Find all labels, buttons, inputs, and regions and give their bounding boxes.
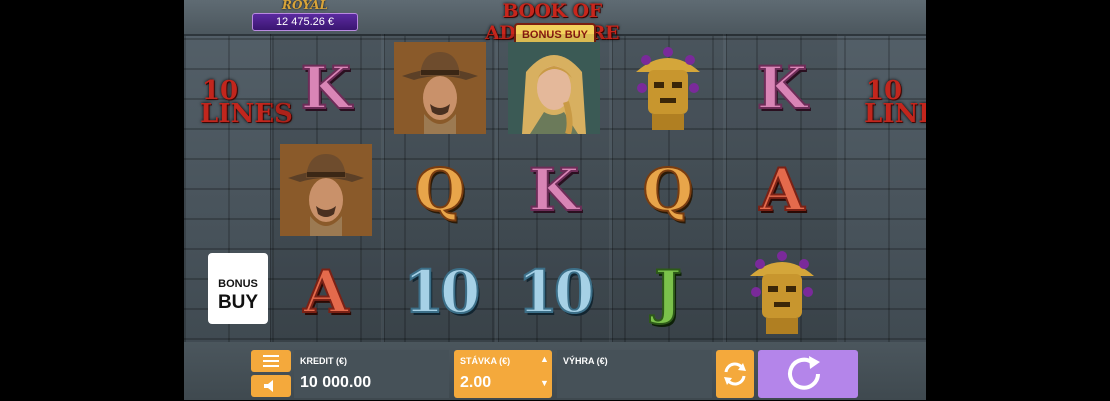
autoplay-button[interactable] (716, 350, 754, 398)
symbol-10: 10 (499, 242, 609, 342)
bonus-buy-line2: BUY (217, 291, 259, 313)
symbol-a: A (727, 140, 837, 240)
reel-grid: K A Q 10 K 10 Q J K A (270, 34, 840, 342)
symbol-letter: A (758, 156, 805, 224)
symbol-letter: J (653, 258, 682, 326)
credit-display: KREDIT (€) 10 000.00 (294, 350, 449, 398)
symbol-letter: K (300, 54, 352, 122)
symbol-letter: K (528, 156, 580, 224)
sound-button[interactable] (251, 375, 291, 397)
spin-icon (788, 356, 820, 390)
reel-column: Q 10 (384, 34, 496, 342)
symbol-k: K (727, 38, 837, 138)
lines-count-right: 10 LINES (864, 76, 926, 129)
reel-column: QJ (612, 34, 724, 342)
paylines-indicator-right: 10 LINES (852, 40, 926, 340)
symbol-j: J (613, 242, 723, 342)
symbol-k: K (271, 38, 381, 138)
symbol-letter: K (756, 54, 808, 122)
credit-value: 10 000.00 (300, 374, 372, 391)
reel-column: KA (726, 34, 838, 342)
stake-selector[interactable]: STÁVKA (€) 2.00 (454, 350, 552, 398)
symbol-letter: Q (642, 156, 695, 224)
stake-label: STÁVKA (€) (460, 356, 511, 366)
symbol-explorer-man-icon (385, 38, 495, 138)
win-label: VÝHRA (€) (563, 356, 608, 366)
symbol-q: Q (613, 140, 723, 240)
symbol-letter: Q (414, 156, 467, 224)
symbol-k: K (499, 140, 609, 240)
lines-count-left: 10 LINES (200, 76, 293, 129)
symbol-explorer-woman-icon (499, 38, 609, 138)
symbol-golden-idol-icon (727, 242, 837, 342)
symbol-q: Q (385, 140, 495, 240)
bonus-buy-line1: BONUS (218, 277, 258, 290)
symbol-letter: 10 (403, 258, 482, 326)
menu-button[interactable] (251, 350, 291, 372)
symbol-10: 10 (385, 242, 495, 342)
symbol-explorer-man-icon (271, 140, 381, 240)
reel-column: KA (270, 34, 382, 342)
autoplay-icon (724, 362, 746, 386)
hamburger-icon (263, 355, 279, 367)
spin-button[interactable] (758, 350, 858, 398)
symbol-letter: 10 (517, 258, 596, 326)
symbol-a: A (271, 242, 381, 342)
stake-value: 2.00 (460, 374, 492, 391)
reel-column: K 10 (498, 34, 610, 342)
credit-label: KREDIT (€) (300, 356, 347, 366)
stake-increase-icon[interactable]: ▲ (540, 354, 550, 368)
stake-decrease-icon[interactable]: ▼ (540, 378, 550, 392)
symbol-golden-idol-icon (613, 38, 723, 138)
speaker-icon (264, 380, 273, 392)
symbol-letter: A (302, 258, 349, 326)
game-stage: ROYAL JACKPOT 12 475.26 € BOOK OF ADVENT… (184, 0, 926, 400)
win-display: VÝHRA (€) (557, 350, 712, 398)
royal-jackpot-panel: ROYAL JACKPOT 12 475.26 € (252, 0, 358, 32)
jackpot-value: 12 475.26 € (252, 13, 358, 31)
bonus-buy-button[interactable]: BONUS BUY (208, 253, 268, 324)
